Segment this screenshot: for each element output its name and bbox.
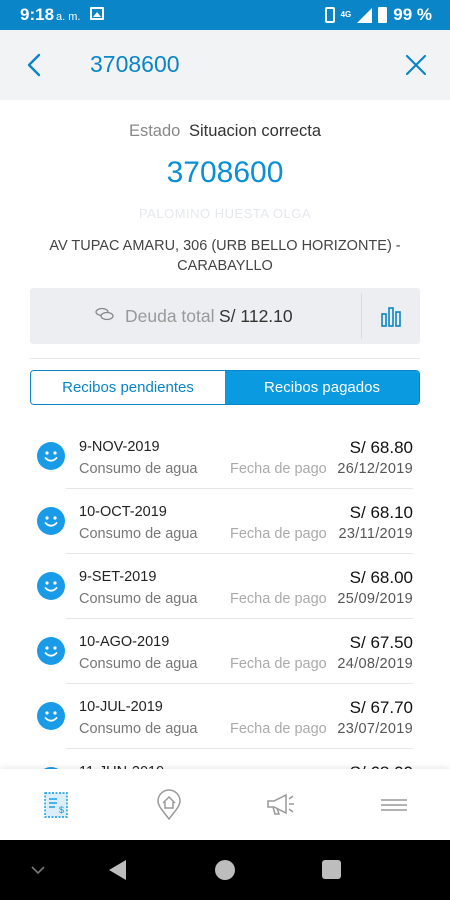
image-notification-icon bbox=[90, 7, 104, 20]
status-bar: 9:18 a. m. 4G 99 % bbox=[0, 0, 450, 30]
status-right: 4G 99 % bbox=[324, 5, 432, 25]
bar-chart-icon[interactable] bbox=[380, 305, 402, 327]
app-header: 3708600 bbox=[0, 30, 450, 100]
payment-date-label: Fecha de pago bbox=[230, 526, 327, 542]
smiley-face-icon bbox=[37, 702, 65, 730]
close-icon[interactable] bbox=[402, 51, 430, 79]
status-value: Situacion correcta bbox=[188, 122, 322, 140]
debt-separator bbox=[361, 294, 362, 338]
receipt-amount: S/ 68.80 bbox=[349, 438, 413, 457]
system-home-icon[interactable] bbox=[215, 860, 235, 880]
debt-amount: S/ 112.10 bbox=[219, 306, 293, 326]
receipt-row[interactable]: 10-JUL-2019 Consumo de agua S/ 67.70 Fecha … bbox=[0, 684, 450, 749]
payment-date-label: Fecha de pago bbox=[230, 656, 327, 672]
system-nav-bar bbox=[0, 840, 450, 900]
vibrate-icon bbox=[324, 7, 335, 23]
receipt-list: 9-NOV-2019 Consumo de agua S/ 68.80 Fecha d… bbox=[0, 424, 450, 769]
receipt-row[interactable]: 10-AGO-2019 Consumo de agua S/ 67.50 Fecha … bbox=[0, 619, 450, 684]
receipt-concept: Consumo de agua bbox=[79, 656, 198, 672]
receipt-amount: S/ 68.10 bbox=[349, 503, 413, 522]
receipt-row[interactable]: 9-NOV-2019 Consumo de agua S/ 68.80 Fecha d… bbox=[0, 424, 450, 489]
debt-summary: Deuda total S/ 112.10 bbox=[30, 288, 420, 344]
receipt-date: 10-AGO-2019 bbox=[79, 634, 170, 650]
location-home-icon[interactable] bbox=[153, 789, 185, 821]
receipt-concept: Consumo de agua bbox=[79, 526, 198, 542]
receipt-concept: Consumo de agua bbox=[79, 591, 198, 607]
smiley-face-icon bbox=[37, 572, 65, 600]
battery-level: 99 % bbox=[393, 5, 432, 24]
payment-date: 23/07/2019 bbox=[337, 721, 413, 737]
menu-icon[interactable] bbox=[378, 789, 410, 821]
receipt-date: 10-OCT-2019 bbox=[79, 504, 167, 520]
receipt-amount: S/ 67.50 bbox=[349, 633, 413, 652]
hide-keyboard-icon[interactable] bbox=[28, 860, 48, 880]
smiley-face-icon bbox=[37, 507, 65, 535]
bottom-nav: $ bbox=[0, 769, 450, 840]
status-ampm: a. m. bbox=[56, 11, 81, 23]
account-status: Estado Situacion correcta bbox=[0, 122, 450, 141]
payment-date: 23/11/2019 bbox=[338, 526, 413, 542]
svg-text:$: $ bbox=[59, 805, 64, 815]
system-recents-icon[interactable] bbox=[322, 860, 341, 879]
receipt-row[interactable]: 9-SET-2019 Consumo de agua S/ 68.00 Fecha d… bbox=[0, 554, 450, 619]
status-time: 9:18 a. m. bbox=[20, 5, 81, 24]
megaphone-icon[interactable] bbox=[265, 789, 297, 821]
receipt-concept: Consumo de agua bbox=[79, 721, 198, 737]
receipt-icon[interactable]: $ bbox=[40, 789, 72, 821]
section-divider bbox=[30, 358, 420, 359]
account-owner: PALOMINO HUESTA OLGA bbox=[138, 206, 312, 221]
receipt-row[interactable]: 11-JUN-2019Consumo de aguaS/ 68.00Fecha … bbox=[0, 749, 450, 769]
coins-icon bbox=[95, 307, 114, 321]
signal-icon bbox=[357, 7, 373, 23]
status-label: Estado bbox=[128, 122, 181, 140]
account-code: 3708600 bbox=[166, 156, 284, 189]
receipt-date: 9-NOV-2019 bbox=[79, 439, 160, 455]
receipt-row[interactable]: 10-OCT-2019 Consumo de agua S/ 68.10 Fecha … bbox=[0, 489, 450, 554]
system-back-icon[interactable] bbox=[106, 858, 128, 882]
receipt-date: 9-SET-2019 bbox=[79, 569, 157, 585]
receipt-date: 10-JUL-2019 bbox=[79, 699, 163, 715]
receipt-amount: S/ 68.00 bbox=[349, 568, 413, 587]
debt-label: Deuda total bbox=[125, 306, 215, 326]
back-arrow-icon[interactable] bbox=[20, 50, 50, 80]
receipt-tabs: Recibos pendientes Recibos pagados bbox=[30, 370, 420, 405]
payment-date: 25/09/2019 bbox=[337, 591, 413, 607]
account-address: AV TUPAC AMARU, 306 (URB BELLO HORIZONTE… bbox=[49, 238, 401, 274]
payment-date-label: Fecha de pago bbox=[230, 591, 327, 607]
payment-date-label: Fecha de pago bbox=[230, 461, 327, 477]
payment-date: 24/08/2019 bbox=[337, 656, 413, 672]
smiley-face-icon bbox=[37, 442, 65, 470]
battery-icon bbox=[378, 7, 388, 23]
receipt-amount: S/ 67.70 bbox=[349, 698, 413, 717]
payment-date: 26/12/2019 bbox=[337, 461, 413, 477]
tab-paid[interactable]: Recibos pagados bbox=[225, 371, 419, 404]
receipt-concept: Consumo de agua bbox=[79, 461, 198, 477]
payment-date-label: Fecha de pago bbox=[230, 721, 327, 737]
network-type: 4G bbox=[340, 10, 352, 19]
tab-pending[interactable]: Recibos pendientes bbox=[31, 371, 225, 404]
page-title: 3708600 bbox=[90, 51, 180, 77]
smiley-face-icon bbox=[37, 637, 65, 665]
